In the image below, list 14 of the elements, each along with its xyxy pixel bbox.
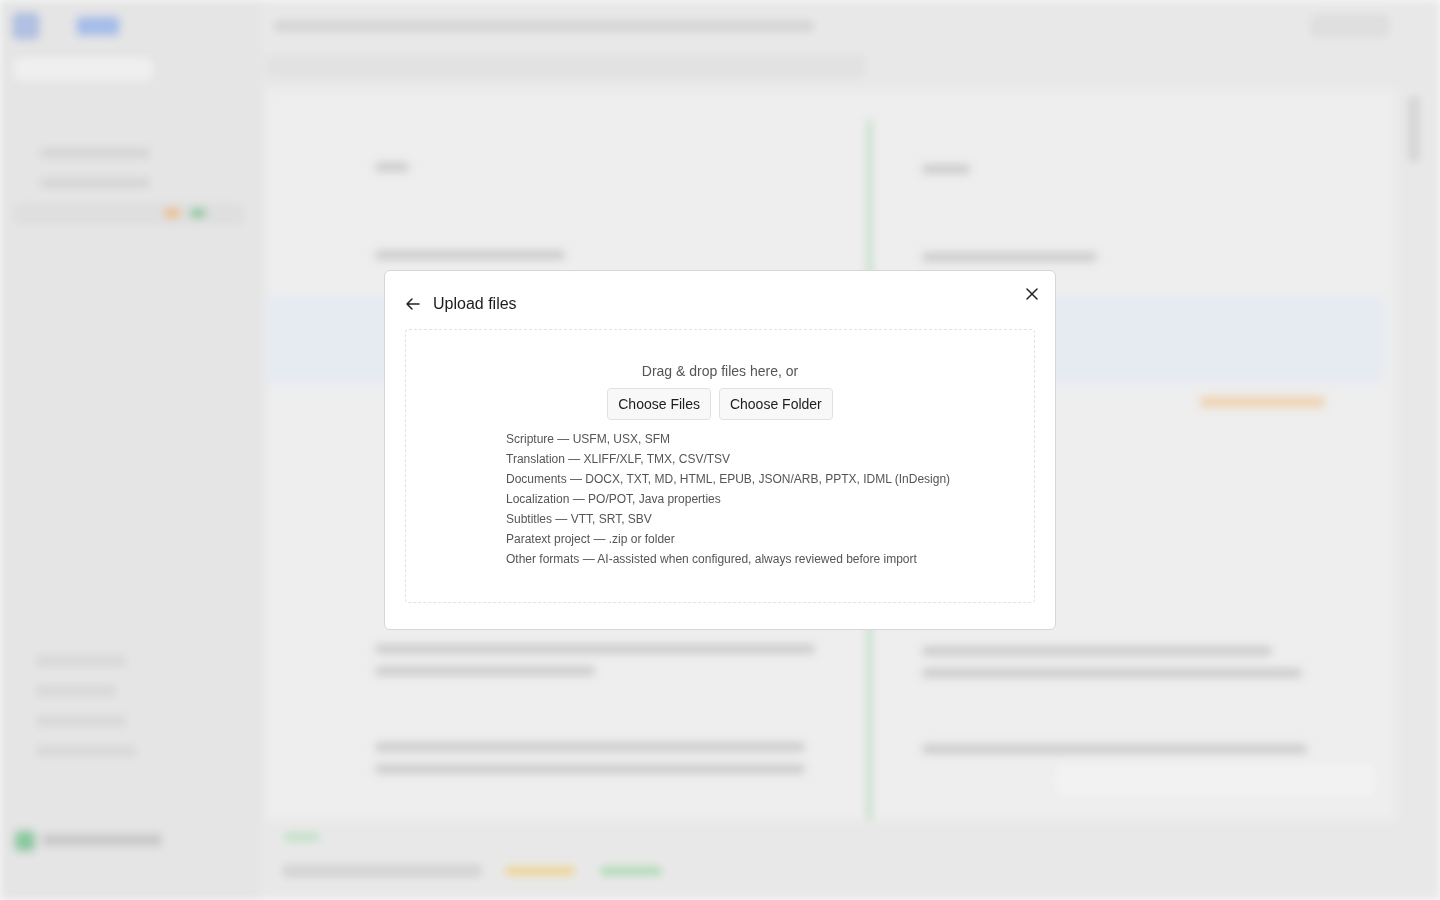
format-line: Translation — XLIFF/XLF, TMX, CSV/TSV bbox=[506, 452, 732, 467]
drop-zone[interactable] bbox=[405, 329, 1035, 603]
choose-button[interactable]: Choose Files bbox=[607, 388, 711, 420]
drop-prompt: Drag & drop files here, or bbox=[641, 363, 799, 379]
format-line: Other formats — AI-assisted when configured, always reviewed before import bbox=[506, 552, 918, 567]
format-line: Documents — DOCX, TXT, MD, HTML, EPUB, JSON/ARB, PPTX, IDML (InDesign) bbox=[506, 472, 951, 487]
close-icon[interactable] bbox=[1023, 285, 1041, 303]
choose-button[interactable]: Choose Folder bbox=[718, 388, 833, 420]
dialog-title: Upload files bbox=[433, 295, 517, 313]
back-arrow-icon[interactable] bbox=[405, 296, 421, 312]
format-line: Paratext project — .zip or folder bbox=[506, 532, 676, 547]
format-line: Scripture — USFM, USX, SFM bbox=[506, 432, 672, 447]
format-line: Localization — PO/POT, Java properties bbox=[506, 492, 722, 507]
format-line: Subtitles — VTT, SRT, SBV bbox=[506, 512, 653, 527]
